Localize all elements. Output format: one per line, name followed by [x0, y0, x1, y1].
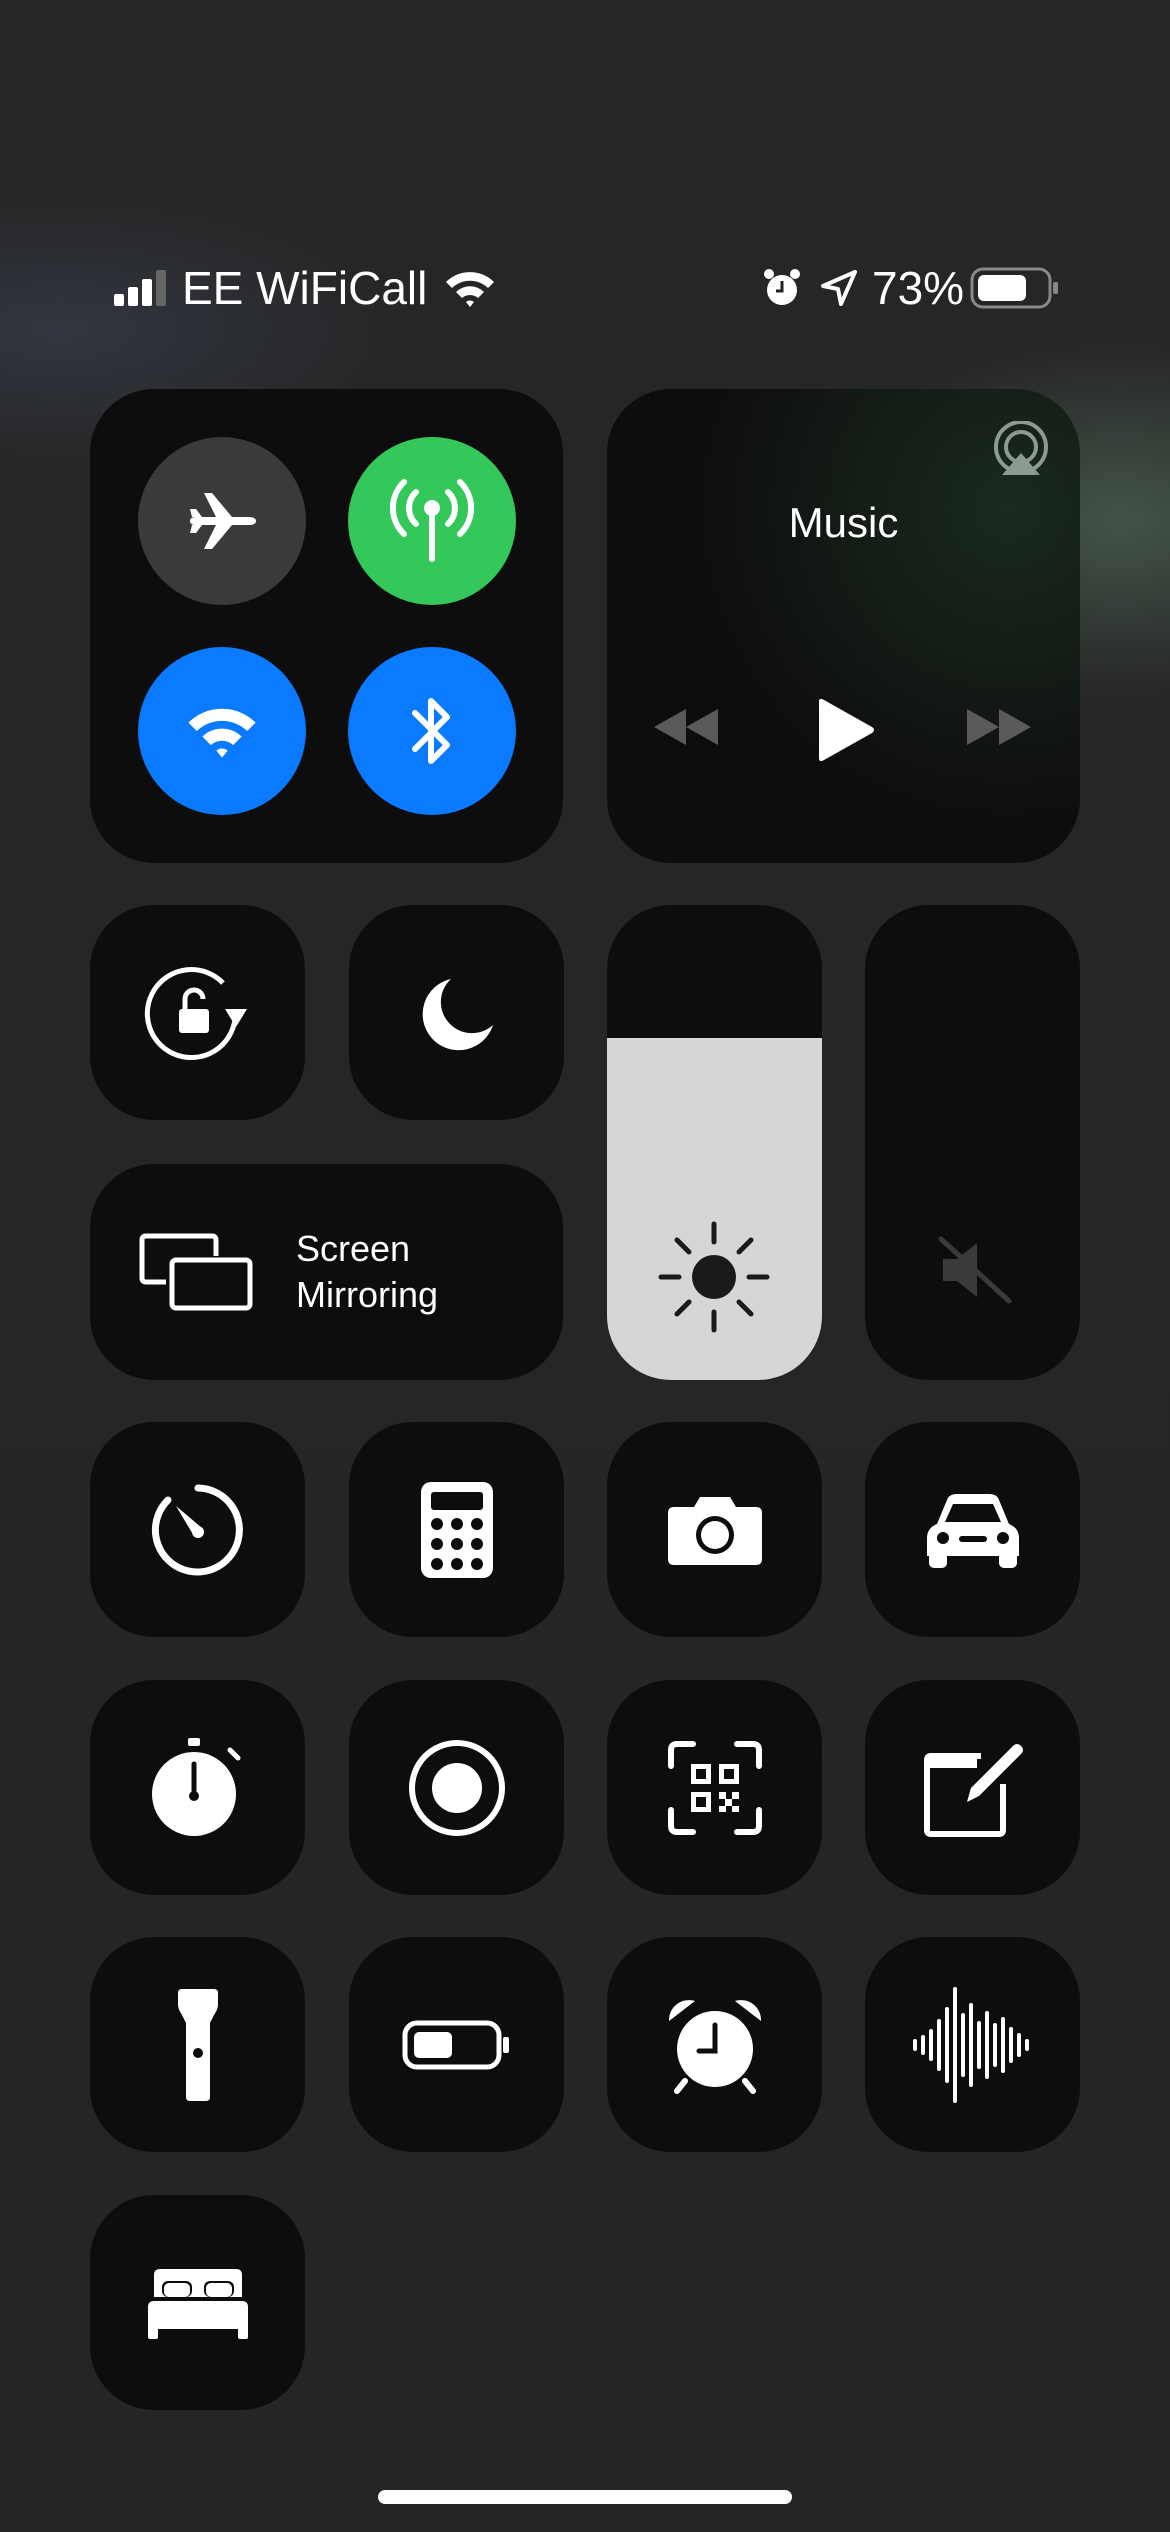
- volume-slider[interactable]: [865, 905, 1080, 1380]
- brightness-slider[interactable]: [607, 905, 822, 1380]
- home-indicator[interactable]: [378, 2490, 792, 2504]
- sun-icon: [658, 1221, 770, 1333]
- wifi-icon: [446, 272, 495, 307]
- carrier-name: EE WiFiCall: [182, 262, 428, 314]
- connectivity-module: [90, 389, 563, 863]
- airplane-icon: [190, 493, 256, 549]
- sound-recognition-button[interactable]: [865, 1937, 1080, 2152]
- calculator-icon: [420, 1481, 493, 1578]
- location-icon: [821, 270, 857, 306]
- sleep-focus-button[interactable]: [90, 2195, 305, 2410]
- car-icon: [926, 1493, 1019, 1568]
- cellular-antenna-icon: [389, 479, 475, 562]
- note-pencil-icon: [923, 1743, 1023, 1837]
- status-right: 73%: [762, 255, 1060, 321]
- bluetooth-toggle[interactable]: [348, 647, 516, 815]
- wifi-toggle[interactable]: [138, 647, 306, 815]
- airplay-icon[interactable]: [992, 421, 1050, 477]
- battery-icon: [970, 267, 1059, 309]
- alarm-button[interactable]: [607, 1937, 822, 2152]
- status-left: EE WiFiCall: [112, 255, 497, 321]
- screen-recording-button[interactable]: [349, 1680, 564, 1895]
- rewind-button[interactable]: [654, 707, 720, 747]
- airplane-mode-toggle[interactable]: [138, 437, 306, 605]
- qr-code-icon: [667, 1740, 762, 1835]
- bluetooth-icon: [412, 698, 450, 764]
- calculator-button[interactable]: [349, 1422, 564, 1637]
- music-module[interactable]: Music: [607, 389, 1080, 863]
- screen-mirroring-label-1: Screen: [296, 1228, 411, 1269]
- cellular-data-toggle[interactable]: [348, 437, 516, 605]
- record-icon: [408, 1739, 505, 1836]
- orientation-lock-icon: [144, 966, 247, 1060]
- timer-icon: [151, 1484, 243, 1575]
- moon-icon: [422, 978, 493, 1050]
- music-title: Music: [788, 499, 899, 546]
- fast-forward-button[interactable]: [965, 707, 1031, 747]
- signal-icon: [114, 270, 166, 306]
- speaker-muted-icon: [938, 1236, 1012, 1304]
- stopwatch-icon: [151, 1737, 240, 1836]
- do-not-disturb-button[interactable]: [349, 905, 564, 1120]
- low-power-mode-button[interactable]: [349, 1937, 564, 2152]
- waveform-icon: [912, 1986, 1029, 2103]
- orientation-lock-button[interactable]: [90, 905, 305, 1120]
- flashlight-button[interactable]: [90, 1937, 305, 2152]
- camera-button[interactable]: [607, 1422, 822, 1637]
- play-button[interactable]: [816, 697, 876, 763]
- timer-button[interactable]: [90, 1422, 305, 1637]
- code-scanner-button[interactable]: [607, 1680, 822, 1895]
- driving-focus-button[interactable]: [865, 1422, 1080, 1637]
- flashlight-icon: [177, 1988, 218, 2101]
- alarm-clock-icon: [668, 1999, 761, 2094]
- camera-icon: [667, 1496, 762, 1565]
- screen-mirroring-button[interactable]: Screen Mirroring: [90, 1164, 563, 1380]
- battery-icon: [402, 2020, 509, 2069]
- stopwatch-button[interactable]: [90, 1680, 305, 1895]
- battery-percent: 73%: [872, 262, 965, 314]
- screen-mirroring-label-2: Mirroring: [296, 1274, 439, 1315]
- screen-mirroring-icon: [139, 1233, 253, 1311]
- notes-button[interactable]: [865, 1680, 1080, 1895]
- wifi-icon: [188, 708, 256, 758]
- bed-icon: [147, 2268, 248, 2339]
- alarm-icon: [764, 269, 800, 305]
